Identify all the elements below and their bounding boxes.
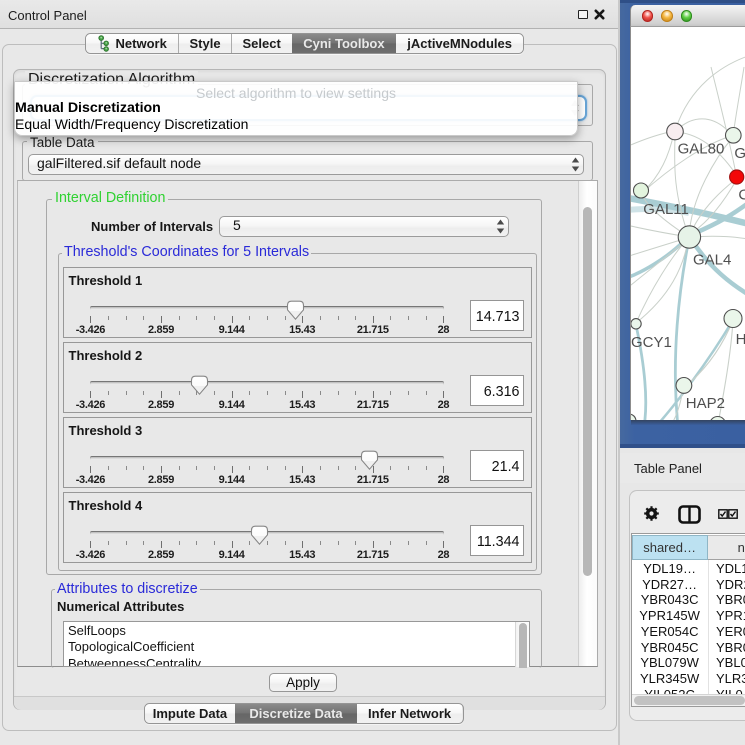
svg-text:HA: HA [736,331,745,348]
svg-text:GAL: GAL [734,145,745,162]
svg-text:GAL4: GAL4 [693,251,731,268]
svg-text:GAL80: GAL80 [678,140,725,157]
svg-text:GAL11: GAL11 [643,200,689,217]
svg-text:GCY1: GCY1 [631,333,672,350]
svg-text:CY: CY [738,186,745,203]
svg-text:HAP2: HAP2 [686,395,725,412]
